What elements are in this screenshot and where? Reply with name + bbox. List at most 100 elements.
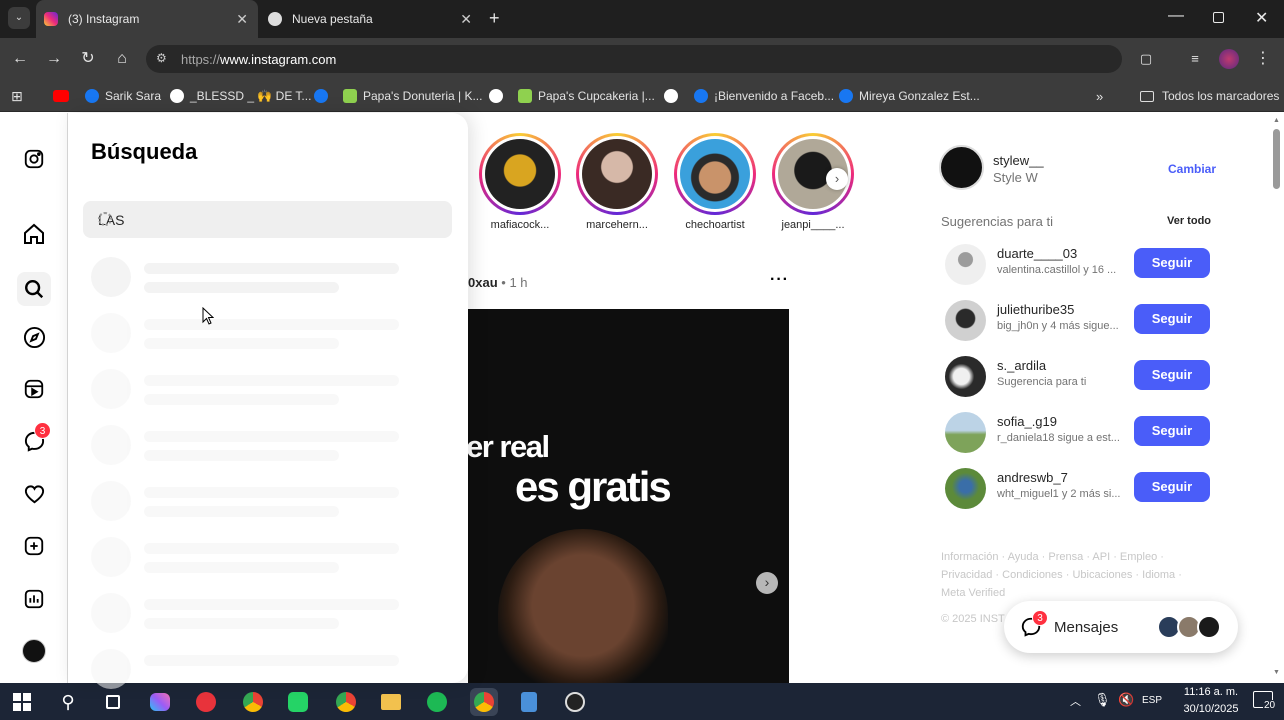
home-icon[interactable]: ⌂ (111, 48, 133, 70)
close-tab-icon[interactable]: ✕ (236, 11, 248, 28)
close-window-icon[interactable]: ✕ (1255, 8, 1268, 28)
suggestion-username[interactable]: duarte____03 (997, 246, 1077, 261)
chrome-favicon-icon (268, 12, 282, 26)
calculator-icon[interactable] (515, 688, 543, 716)
explore-compass-icon[interactable] (21, 324, 47, 350)
tab-instagram[interactable]: (3) Instagram ✕ (36, 0, 258, 38)
back-arrow-icon[interactable]: ← (9, 48, 31, 70)
current-user-avatar[interactable] (939, 145, 984, 190)
create-plus-icon[interactable] (21, 533, 47, 559)
switch-account-link[interactable]: Cambiar (1168, 162, 1216, 176)
extensions-puzzle-icon[interactable]: ▢ (1135, 48, 1157, 70)
search-icon[interactable]: ⚲ (54, 688, 82, 716)
forward-arrow-icon[interactable]: → (43, 48, 65, 70)
address-bar[interactable]: ⚙ https://www.instagram.com (146, 45, 1122, 73)
follow-button[interactable]: Seguir (1134, 360, 1210, 390)
post-image-text: es gratis (515, 463, 672, 510)
scrollbar-thumb[interactable] (1273, 129, 1280, 189)
tab-title: (3) Instagram (68, 12, 140, 26)
home-icon[interactable] (21, 221, 47, 247)
post-header: 0xau • 1 h (468, 275, 528, 290)
footer-links-line[interactable]: Información · Ayuda · Prensa · API · Emp… (941, 548, 1191, 566)
story-item[interactable]: chechoartist (674, 133, 756, 231)
story-avatar (485, 139, 555, 209)
follow-button[interactable]: Seguir (1134, 416, 1210, 446)
profile-avatar-icon[interactable] (1219, 49, 1239, 69)
maximize-window-icon[interactable] (1213, 12, 1224, 23)
post-author[interactable]: 0xau (468, 275, 498, 290)
apps-grid-icon[interactable]: ⊞ (11, 87, 23, 105)
close-tab-icon[interactable]: ✕ (460, 11, 472, 28)
youtube-icon[interactable] (53, 87, 75, 105)
new-tab-plus-icon[interactable]: + (489, 8, 500, 29)
chrome-active-window-icon[interactable] (470, 688, 498, 716)
obs-record-icon[interactable] (561, 688, 589, 716)
profile-avatar[interactable] (21, 638, 47, 664)
all-bookmarks[interactable]: Todos los marcadores (1140, 87, 1279, 105)
show-hidden-icons-chevron-icon[interactable]: ︿ (1070, 693, 1081, 709)
story-item[interactable]: mafiacock... (479, 133, 561, 231)
footer-links-line[interactable]: Privacidad · Condiciones · Ubicaciones ·… (941, 566, 1191, 584)
clock-time[interactable]: 11:16 a. m. (1172, 686, 1250, 698)
search-input[interactable]: LAS (83, 201, 452, 238)
microphone-icon[interactable]: 🎙 (1094, 692, 1111, 708)
dashboard-chart-icon[interactable] (21, 586, 47, 612)
globe-icon[interactable] (664, 87, 684, 105)
suggestion-avatar[interactable] (945, 468, 986, 509)
instagram-left-nav: 3 (0, 113, 68, 683)
carousel-next-chevron-icon[interactable]: › (756, 572, 778, 594)
suggestion-avatar[interactable] (945, 356, 986, 397)
search-icon[interactable] (17, 272, 51, 306)
bookmark-item[interactable]: ¡Bienvenido a Faceb... (694, 87, 834, 105)
tab-search-button[interactable]: ⌄ (8, 7, 30, 29)
bookmark-item[interactable]: _BLESSD _ 🙌 DE T... (170, 87, 311, 105)
media-queue-icon[interactable]: ≡ (1184, 48, 1206, 70)
bookmark-item[interactable]: Mireya Gonzalez Est... (839, 87, 980, 105)
loading-placeholder-row (91, 481, 431, 525)
see-all-link[interactable]: Ver todo (1167, 215, 1211, 227)
suggestion-username[interactable]: juliethuribe35 (997, 302, 1074, 317)
messenger-icon[interactable]: 3 (21, 422, 51, 454)
suggestion-avatar[interactable] (945, 300, 986, 341)
bookmark-item[interactable]: Papa's Donuteria | K... (343, 87, 482, 105)
suggestion-subtitle: valentina.castillol y 16 ... (997, 264, 1117, 276)
page-scrollbar[interactable]: ▲ ▼ (1270, 113, 1284, 683)
messages-button[interactable]: 3 Mensajes (1004, 601, 1238, 653)
footer-links-line[interactable]: Meta Verified (941, 584, 1191, 602)
bookmark-item[interactable]: Sarik Sara (85, 87, 161, 105)
follow-button[interactable]: Seguir (1134, 248, 1210, 278)
loading-placeholder-row (91, 593, 431, 637)
suggestion-subtitle: big_jh0n y 4 más sigue... (997, 320, 1119, 332)
story-item[interactable]: marcehern... (576, 133, 658, 231)
site-settings-icon[interactable]: ⚙ (156, 51, 167, 65)
suggestion-avatar[interactable] (945, 412, 986, 453)
language-indicator[interactable]: ESP (1142, 695, 1162, 706)
facebook-icon[interactable] (314, 87, 334, 105)
suggestion-username[interactable]: andreswb_7 (997, 470, 1068, 485)
suggestion-subtitle: Sugerencia para ti (997, 376, 1087, 388)
windows-start-icon[interactable] (8, 688, 36, 716)
reels-icon[interactable] (21, 376, 47, 402)
suggestion-username[interactable]: sofia_.g19 (997, 414, 1057, 429)
current-username[interactable]: stylew__ (993, 153, 1044, 168)
instagram-logo-icon[interactable] (21, 146, 47, 172)
post-image[interactable]: er real es gratis › (468, 309, 789, 683)
follow-button[interactable]: Seguir (1134, 304, 1210, 334)
scroll-up-arrow-icon[interactable]: ▲ (1273, 117, 1280, 124)
more-bookmarks-chevron-icon[interactable]: » (1096, 87, 1103, 105)
volume-muted-icon[interactable]: 🔇 (1118, 692, 1134, 708)
suggestion-avatar[interactable] (945, 244, 986, 285)
follow-button[interactable]: Seguir (1134, 472, 1210, 502)
suggestion-username[interactable]: s._ardila (997, 358, 1046, 373)
bookmark-item[interactable]: Papa's Cupcakeria |... (518, 87, 655, 105)
globe-icon[interactable] (489, 87, 509, 105)
stories-next-chevron-icon[interactable]: › (826, 168, 848, 190)
clock-date[interactable]: 30/10/2025 (1172, 703, 1250, 715)
scroll-down-arrow-icon[interactable]: ▼ (1273, 669, 1280, 676)
chrome-menu-icon[interactable]: ⋮ (1252, 48, 1274, 70)
minimize-window-icon[interactable]: — (1168, 7, 1184, 25)
reload-icon[interactable]: ↻ (77, 48, 99, 70)
post-options-icon[interactable]: ··· (770, 271, 789, 289)
tab-new-tab[interactable]: Nueva pestaña ✕ (260, 0, 482, 38)
notifications-heart-icon[interactable] (21, 481, 47, 507)
